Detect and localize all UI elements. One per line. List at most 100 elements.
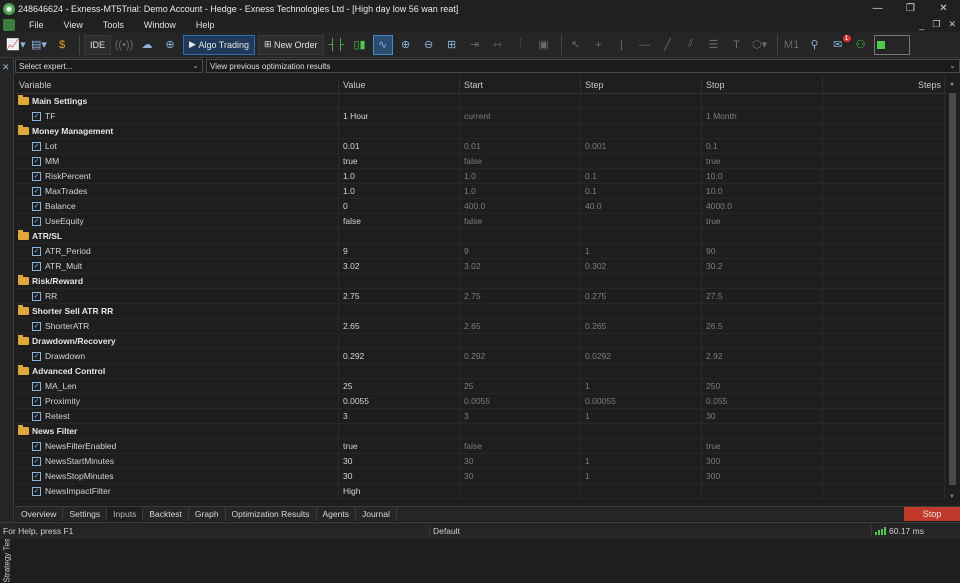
optimize-checkbox[interactable]: ✓ [32,141,41,151]
step-cell[interactable]: 0.265 [581,318,702,334]
market-icon[interactable]: $ [52,35,72,55]
stop-cell[interactable] [702,483,823,499]
optimize-checkbox[interactable]: ✓ [32,171,41,181]
value-cell[interactable]: true [339,438,460,454]
start-cell[interactable]: 2.65 [460,318,581,334]
horizontal-line-icon[interactable]: — [635,35,655,55]
step-cell[interactable] [581,213,702,229]
tab-overview[interactable]: Overview [15,507,64,521]
table-row[interactable]: ✓ MA_Len 25 25 1 250 [15,378,945,394]
scroll-down-icon[interactable]: ▼ [949,494,955,500]
value-cell[interactable]: 3 [339,408,460,424]
signals-icon[interactable]: ((•)) [114,35,134,55]
stop-cell[interactable]: 250 [702,378,823,394]
optimize-checkbox[interactable]: ✓ [32,216,41,226]
line-chart-icon[interactable]: ∿ [372,34,393,55]
value-cell[interactable]: 25 [339,378,460,394]
group-row[interactable]: Risk/Reward [15,273,945,289]
mdi-minimize-icon[interactable]: _ [919,20,924,30]
stop-cell[interactable]: 27.5 [702,288,823,304]
tab-journal[interactable]: Journal [356,507,397,521]
vps-icon[interactable]: ☁ [137,35,157,55]
start-cell[interactable]: 0.292 [460,348,581,364]
optimize-checkbox[interactable]: ✓ [32,351,41,361]
menu-tools[interactable]: Tools [93,20,134,30]
mdi-restore-icon[interactable]: ❐ [932,19,940,30]
fibonacci-icon[interactable]: ☰ [704,35,724,55]
stop-cell[interactable]: 0.055 [702,393,823,409]
table-row[interactable]: ✓ MM true false true [15,153,945,169]
menu-help[interactable]: Help [186,20,225,30]
optimize-checkbox[interactable]: ✓ [32,471,41,481]
profiles-icon[interactable]: ▤▾ [29,35,49,55]
value-cell[interactable]: 9 [339,243,460,259]
step-cell[interactable]: 0.275 [581,288,702,304]
optimize-checkbox[interactable]: ✓ [32,111,41,121]
vertical-line-icon[interactable]: | [612,35,632,55]
indicators-icon[interactable]: ⫶ [511,35,531,55]
channel-icon[interactable]: ⫽ [681,35,701,55]
tab-settings[interactable]: Settings [63,507,108,521]
value-cell[interactable]: 1.0 [339,168,460,184]
tab-agents[interactable]: Agents [317,507,356,521]
scroll-up-icon[interactable]: ▲ [949,81,955,87]
optimize-checkbox[interactable]: ✓ [32,261,41,271]
value-cell[interactable]: 0.0055 [339,393,460,409]
start-cell[interactable]: current [460,108,581,124]
optimize-checkbox[interactable]: ✓ [32,186,41,196]
start-cell[interactable]: 25 [460,378,581,394]
table-row[interactable]: ✓ Retest 3 3 1 30 [15,408,945,424]
value-cell[interactable]: 3.02 [339,258,460,274]
step-cell[interactable]: 0.1 [581,168,702,184]
optimize-checkbox[interactable]: ✓ [32,441,41,451]
step-cell[interactable] [581,153,702,169]
new-chart-icon[interactable]: 📈▾ [6,35,26,55]
start-cell[interactable]: 9 [460,243,581,259]
start-cell[interactable]: 1.0 [460,168,581,184]
close-icon[interactable]: ✕ [927,0,960,17]
step-cell[interactable] [581,438,702,454]
step-cell[interactable]: 0.1 [581,183,702,199]
step-cell[interactable] [581,483,702,499]
stop-cell[interactable]: 2.92 [702,348,823,364]
table-row[interactable]: ✓ TF 1 Hour current 1 Month [15,108,945,124]
cursor-icon[interactable]: ↖ [566,35,586,55]
step-cell[interactable]: 0.00055 [581,393,702,409]
restore-icon[interactable]: ❐ [894,0,927,17]
table-row[interactable]: ✓ NewsStopMinutes 30 30 1 300 [15,468,945,484]
zoom-in-icon[interactable]: ⊕ [396,35,416,55]
value-cell[interactable]: 1 Hour [339,108,460,124]
table-row[interactable]: ✓ MaxTrades 1.0 1.0 0.1 10.0 [15,183,945,199]
value-cell[interactable]: 0 [339,198,460,214]
optimize-checkbox[interactable]: ✓ [32,486,41,496]
step-cell[interactable]: 1 [581,243,702,259]
value-cell[interactable]: true [339,153,460,169]
search-icon[interactable]: ⚲ [805,35,825,55]
start-cell[interactable]: false [460,153,581,169]
optimize-checkbox[interactable]: ✓ [32,321,41,331]
stop-cell[interactable]: 300 [702,453,823,469]
mdi-close-icon[interactable]: ✕ [948,19,956,30]
timeframe-label[interactable]: M1 [782,35,802,55]
mdi-chart-icon[interactable] [3,18,15,31]
step-cell[interactable]: 40.0 [581,198,702,214]
table-row[interactable]: ✓ ATR_Mult 3.02 3.02 0.302 30.2 [15,258,945,274]
start-cell[interactable]: 2.75 [460,288,581,304]
start-cell[interactable]: 30 [460,453,581,469]
status-connection[interactable]: 60.17 ms [872,526,960,536]
optimize-checkbox[interactable]: ✓ [32,381,41,391]
stop-cell[interactable]: 30.2 [702,258,823,274]
group-row[interactable]: News Filter [15,423,945,439]
table-row[interactable]: ✓ Drawdown 0.292 0.292 0.0292 2.92 [15,348,945,364]
group-row[interactable]: Drawdown/Recovery [15,333,945,349]
scrollbar-thumb[interactable] [949,93,956,485]
crosshair-icon[interactable]: + [589,35,609,55]
vertical-scrollbar[interactable]: ▲ ▼ [946,77,960,505]
stop-cell[interactable]: 1 Month [702,108,823,124]
close-panel-icon[interactable]: ✕ [2,62,10,73]
start-cell[interactable]: 0.0055 [460,393,581,409]
table-row[interactable]: ✓ UseEquity false false true [15,213,945,229]
optimize-checkbox[interactable]: ✓ [32,156,41,166]
group-row[interactable]: Main Settings [15,93,945,109]
tab-inputs[interactable]: Inputs [107,507,144,521]
